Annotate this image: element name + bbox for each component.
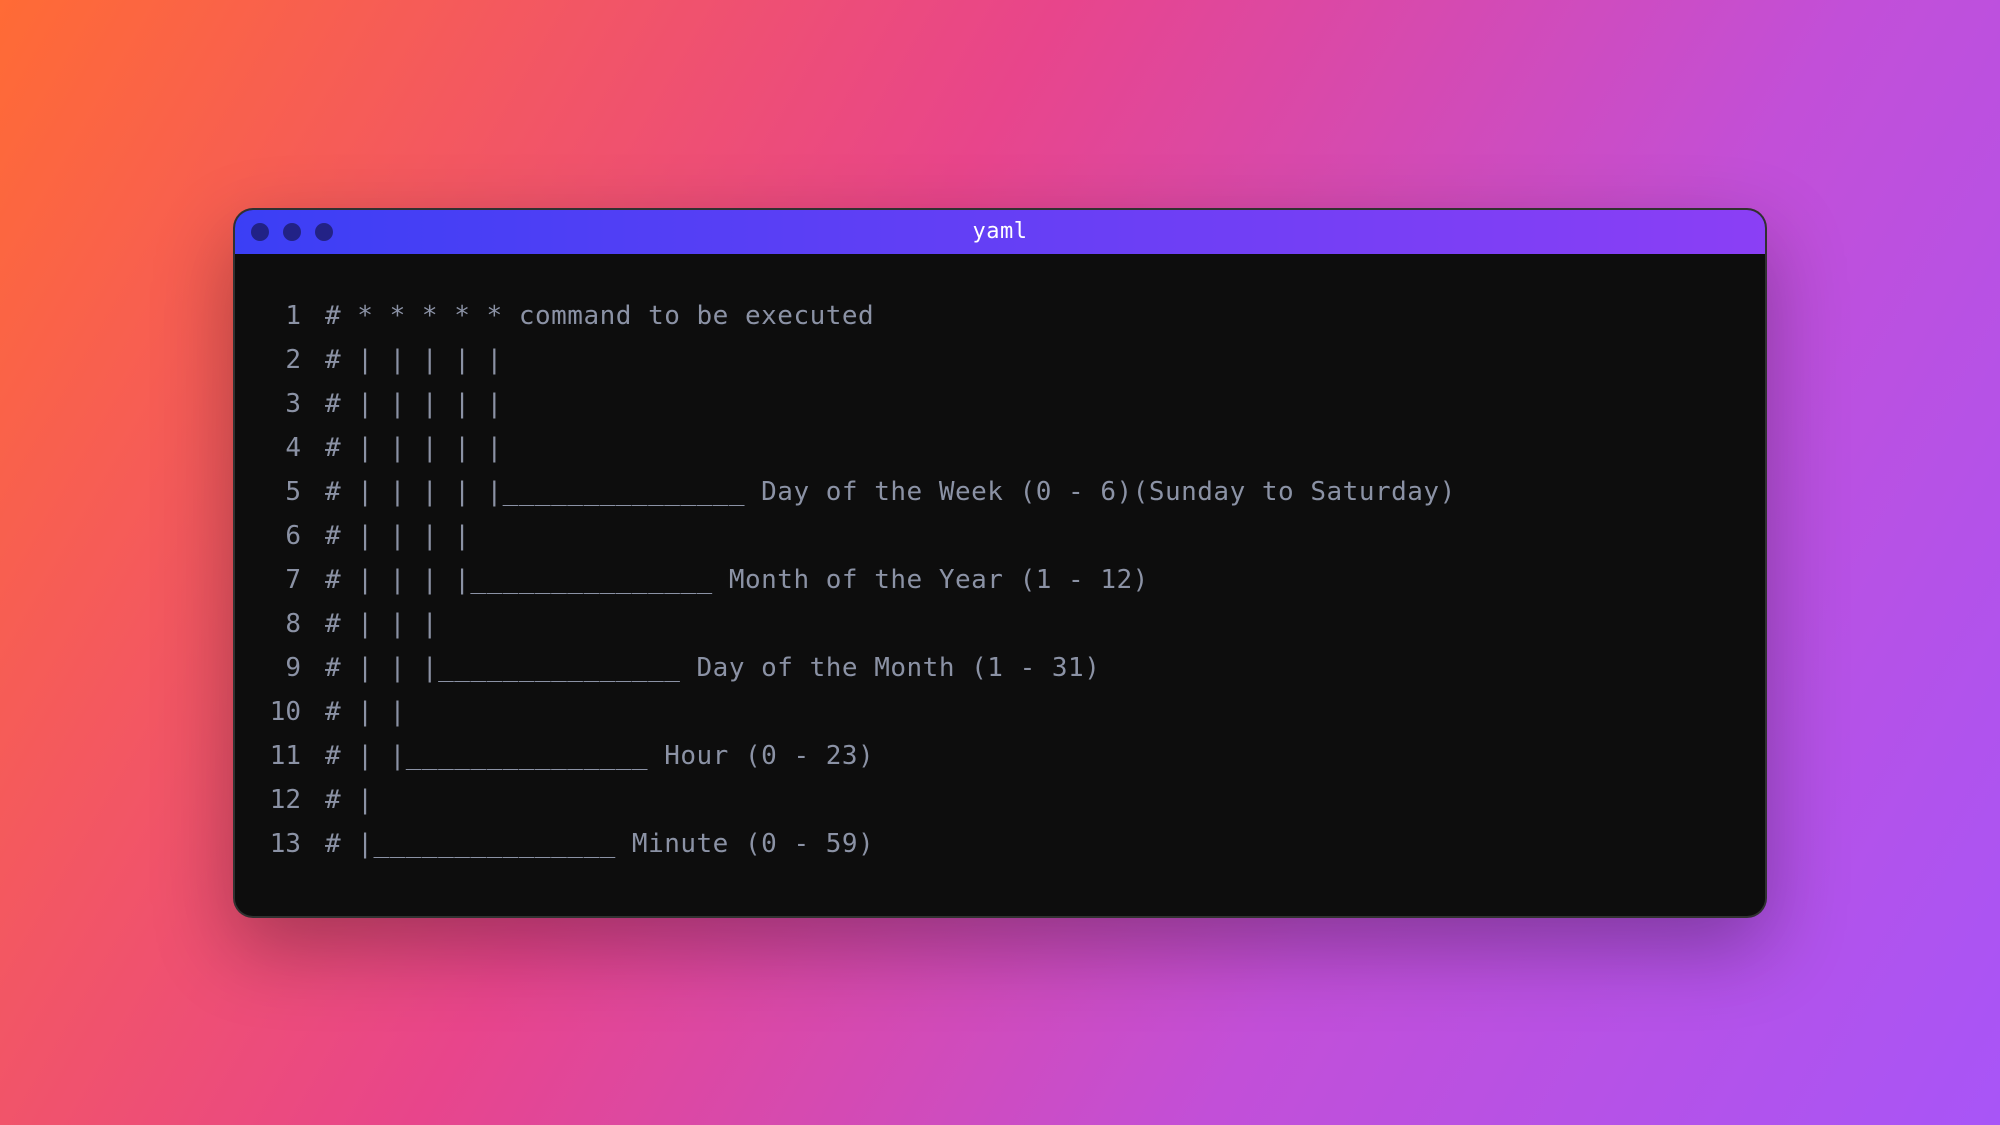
line-content: # | |_______________ Hour (0 - 23)	[325, 734, 874, 778]
code-editor[interactable]: 1 # * * * * * command to be executed 2 #…	[235, 254, 1765, 906]
code-line: 5 # | | | | |_______________ Day of the …	[235, 470, 1765, 514]
line-content: # | | | | |	[325, 338, 503, 382]
line-content: # |_______________ Minute (0 - 59)	[325, 822, 874, 866]
close-button[interactable]	[251, 223, 269, 241]
line-number: 1	[235, 294, 325, 338]
code-line: 6 # | | | |	[235, 514, 1765, 558]
code-line: 4 # | | | | |	[235, 426, 1765, 470]
line-number: 12	[235, 778, 325, 822]
line-content: # |	[325, 778, 373, 822]
window-title: yaml	[973, 219, 1028, 244]
minimize-button[interactable]	[283, 223, 301, 241]
line-number: 6	[235, 514, 325, 558]
code-line: 12 # |	[235, 778, 1765, 822]
code-line: 13 # |_______________ Minute (0 - 59)	[235, 822, 1765, 866]
line-content: # | | | | |	[325, 382, 503, 426]
maximize-button[interactable]	[315, 223, 333, 241]
code-line: 8 # | | |	[235, 602, 1765, 646]
code-line: 10 # | |	[235, 690, 1765, 734]
line-number: 4	[235, 426, 325, 470]
line-number: 9	[235, 646, 325, 690]
code-line: 3 # | | | | |	[235, 382, 1765, 426]
line-number: 7	[235, 558, 325, 602]
line-content: # | |	[325, 690, 406, 734]
line-number: 13	[235, 822, 325, 866]
traffic-lights	[251, 223, 333, 241]
code-window: yaml 1 # * * * * * command to be execute…	[233, 208, 1767, 918]
line-number: 11	[235, 734, 325, 778]
titlebar: yaml	[235, 210, 1765, 254]
code-line: 7 # | | | |_______________ Month of the …	[235, 558, 1765, 602]
code-line: 1 # * * * * * command to be executed	[235, 294, 1765, 338]
line-content: # | | | |_______________ Month of the Ye…	[325, 558, 1149, 602]
line-content: # | | |	[325, 602, 438, 646]
line-content: # | | | |	[325, 514, 470, 558]
code-line: 9 # | | |_______________ Day of the Mont…	[235, 646, 1765, 690]
line-content: # | | | | |_______________ Day of the We…	[325, 470, 1456, 514]
line-number: 10	[235, 690, 325, 734]
line-number: 2	[235, 338, 325, 382]
line-number: 8	[235, 602, 325, 646]
code-line: 2 # | | | | |	[235, 338, 1765, 382]
line-number: 3	[235, 382, 325, 426]
line-number: 5	[235, 470, 325, 514]
line-content: # | | | | |	[325, 426, 503, 470]
code-line: 11 # | |_______________ Hour (0 - 23)	[235, 734, 1765, 778]
line-content: # | | |_______________ Day of the Month …	[325, 646, 1100, 690]
line-content: # * * * * * command to be executed	[325, 294, 874, 338]
